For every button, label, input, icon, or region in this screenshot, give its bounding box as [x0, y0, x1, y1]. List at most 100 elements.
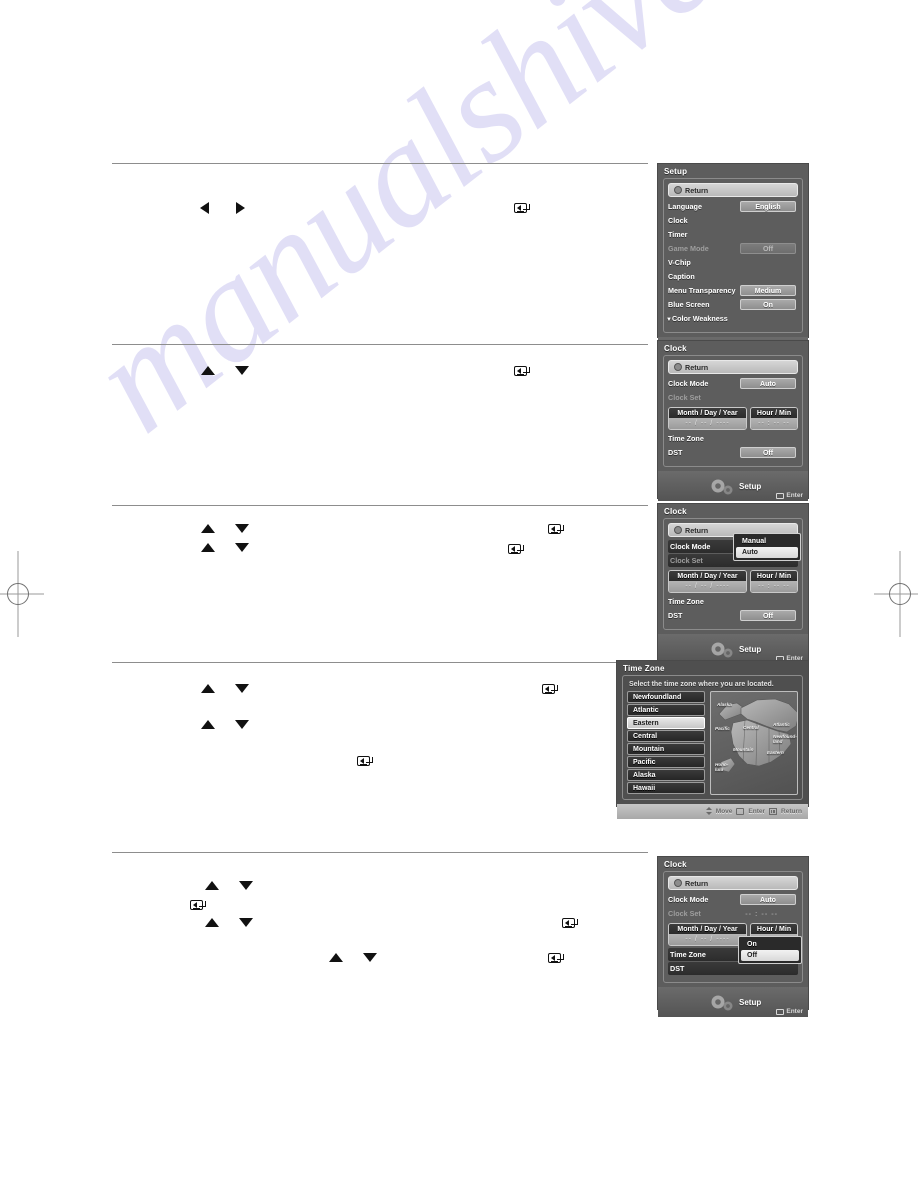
time-zone-item-newfoundland[interactable]: Newfoundland — [627, 691, 705, 703]
time-field[interactable]: Hour / Min -- : -- -- — [750, 570, 798, 593]
menu-item-value[interactable]: Off — [740, 447, 796, 458]
triangle-down-icon — [235, 684, 249, 693]
osd-panel-setup: Setup Return Language English Clock Time… — [658, 164, 808, 367]
map-label-honolulu: Hono-lulu — [715, 762, 729, 772]
menu-item-v-chip[interactable]: V-Chip — [668, 256, 798, 269]
date-field[interactable]: Month / Day / Year -- / -- / ---- — [668, 570, 747, 593]
time-zone-item-pacific[interactable]: Pacific — [627, 756, 705, 768]
panel-footer: Move Enter Return — [617, 804, 808, 819]
enter-hint: Enter — [776, 492, 803, 499]
footer-label: Setup — [739, 645, 762, 654]
osd-panel-clock-auto: Clock Return Clock Mode Auto Clock Set M… — [658, 341, 808, 501]
return-icon — [674, 186, 682, 194]
triangle-up-icon — [201, 543, 215, 552]
triangle-down-icon — [363, 953, 377, 962]
registration-mark-left — [0, 551, 44, 637]
menu-item-menu-transparency[interactable]: Menu Transparency Medium — [668, 284, 798, 297]
triangle-right-icon — [236, 202, 245, 214]
map-label-mountain: Mountain — [733, 747, 754, 752]
menu-item-dst[interactable]: DST Off — [668, 446, 798, 459]
triangle-down-icon — [235, 543, 249, 552]
triangle-down-icon — [235, 366, 249, 375]
date-field-value[interactable]: -- / -- / ---- — [669, 581, 746, 592]
enter-key-icon — [736, 807, 745, 815]
date-field[interactable]: Month / Day / Year -- / -- / ---- — [668, 407, 747, 430]
menu-item-return[interactable]: Return — [668, 876, 798, 890]
menu-item-clock[interactable]: Clock — [668, 214, 798, 227]
date-field[interactable]: Month / Day / Year -- / -- / ---- — [668, 923, 747, 946]
osd-panel-clock-dst-open: Clock Return Clock Mode Auto Clock Set -… — [658, 857, 808, 1017]
gear-icon — [711, 479, 733, 495]
menu-item-language[interactable]: Language English — [668, 200, 798, 213]
dropdown-option-auto[interactable]: Auto — [736, 547, 798, 558]
registration-mark-right — [874, 551, 918, 637]
section-divider-1 — [112, 163, 648, 164]
menu-item-value[interactable]: Off — [740, 610, 796, 621]
menu-item-timer[interactable]: Timer — [668, 228, 798, 241]
time-zone-hint: Select the time zone where you are locat… — [629, 681, 774, 688]
enter-icon — [514, 366, 527, 376]
time-zone-item-hawaii[interactable]: Hawaii — [627, 782, 705, 794]
menu-item-clock-mode[interactable]: Clock Mode Auto — [668, 377, 798, 390]
dropdown-option-manual[interactable]: Manual — [736, 536, 798, 547]
enter-key-icon — [776, 492, 785, 499]
menu-item-return[interactable]: Return — [668, 183, 798, 197]
time-zone-item-eastern[interactable]: Eastern — [627, 717, 705, 729]
menu-item-color-weakness[interactable]: ▼Color Weakness — [666, 312, 798, 325]
menu-item-label: Time Zone — [668, 597, 704, 606]
time-field-value[interactable]: -- : -- -- — [751, 418, 797, 429]
panel-title: Setup — [664, 167, 688, 176]
menu-item-label: Return — [685, 362, 709, 372]
menu-item-label: Return — [685, 878, 709, 888]
menu-item-label: DST — [668, 448, 683, 457]
menu-item-value[interactable]: English — [740, 201, 796, 212]
menu-item-label: Clock — [668, 216, 688, 225]
dropdown-option-on[interactable]: On — [741, 939, 799, 950]
menu-item-value[interactable]: Auto — [740, 378, 796, 389]
dropdown-option-off[interactable]: Off — [741, 950, 799, 961]
menu-item-label: DST — [670, 964, 685, 973]
menu-item-label: V-Chip — [668, 258, 691, 267]
key-hint-return: Return — [781, 807, 802, 815]
map-label-eastern: Eastern — [767, 750, 784, 755]
menu-item-blue-screen[interactable]: Blue Screen On — [668, 298, 798, 311]
return-icon — [674, 363, 682, 371]
menu-item-clock-mode[interactable]: Clock Mode Auto — [668, 893, 798, 906]
menu-item-label: Game Mode — [668, 244, 709, 253]
dst-dropdown[interactable]: On Off — [738, 936, 802, 964]
enter-icon — [548, 953, 561, 963]
menu-item-value[interactable]: Medium — [740, 285, 796, 296]
date-field-value[interactable]: -- / -- / ---- — [669, 934, 746, 945]
time-zone-list[interactable]: Newfoundland Atlantic Eastern Central Mo… — [627, 691, 705, 795]
clock-mode-dropdown[interactable]: Manual Auto — [733, 533, 801, 561]
enter-hint-label: Enter — [786, 492, 803, 499]
enter-icon — [562, 918, 575, 928]
time-zone-item-alaska[interactable]: Alaska — [627, 769, 705, 781]
enter-icon — [514, 203, 527, 213]
enter-icon — [190, 900, 203, 910]
menu-item-dst[interactable]: DST Off — [668, 609, 798, 622]
triangle-down-icon — [235, 524, 249, 533]
panel-title: Time Zone — [623, 664, 665, 673]
date-field-value[interactable]: -- / -- / ---- — [669, 418, 746, 429]
time-zone-item-atlantic[interactable]: Atlantic — [627, 704, 705, 716]
return-icon — [674, 526, 682, 534]
triangle-up-icon — [201, 684, 215, 693]
triangle-up-icon — [201, 524, 215, 533]
menu-item-caption[interactable]: Caption — [668, 270, 798, 283]
menu-item-game-mode[interactable]: Game Mode Off — [668, 242, 798, 255]
map-label-pacific: Pacific — [715, 726, 730, 731]
time-field-value[interactable]: -- : -- -- — [751, 581, 797, 592]
time-zone-item-mountain[interactable]: Mountain — [627, 743, 705, 755]
time-field[interactable]: Hour / Min -- : -- -- — [750, 407, 798, 430]
menu-item-value[interactable]: Auto — [740, 894, 796, 905]
menu-item-label: Caption — [668, 272, 695, 281]
menu-item-time-zone[interactable]: Time Zone — [668, 432, 798, 445]
menu-item-time-zone[interactable]: Time Zone — [668, 595, 798, 608]
menu-item-value[interactable]: On — [740, 299, 796, 310]
panel-body: Return Language English Clock Timer Game… — [663, 178, 803, 333]
triangle-up-icon — [205, 918, 219, 927]
menu-item-return[interactable]: Return — [668, 360, 798, 374]
time-zone-item-central[interactable]: Central — [627, 730, 705, 742]
clock-set-fields: Month / Day / Year -- / -- / ---- Hour /… — [668, 570, 798, 593]
